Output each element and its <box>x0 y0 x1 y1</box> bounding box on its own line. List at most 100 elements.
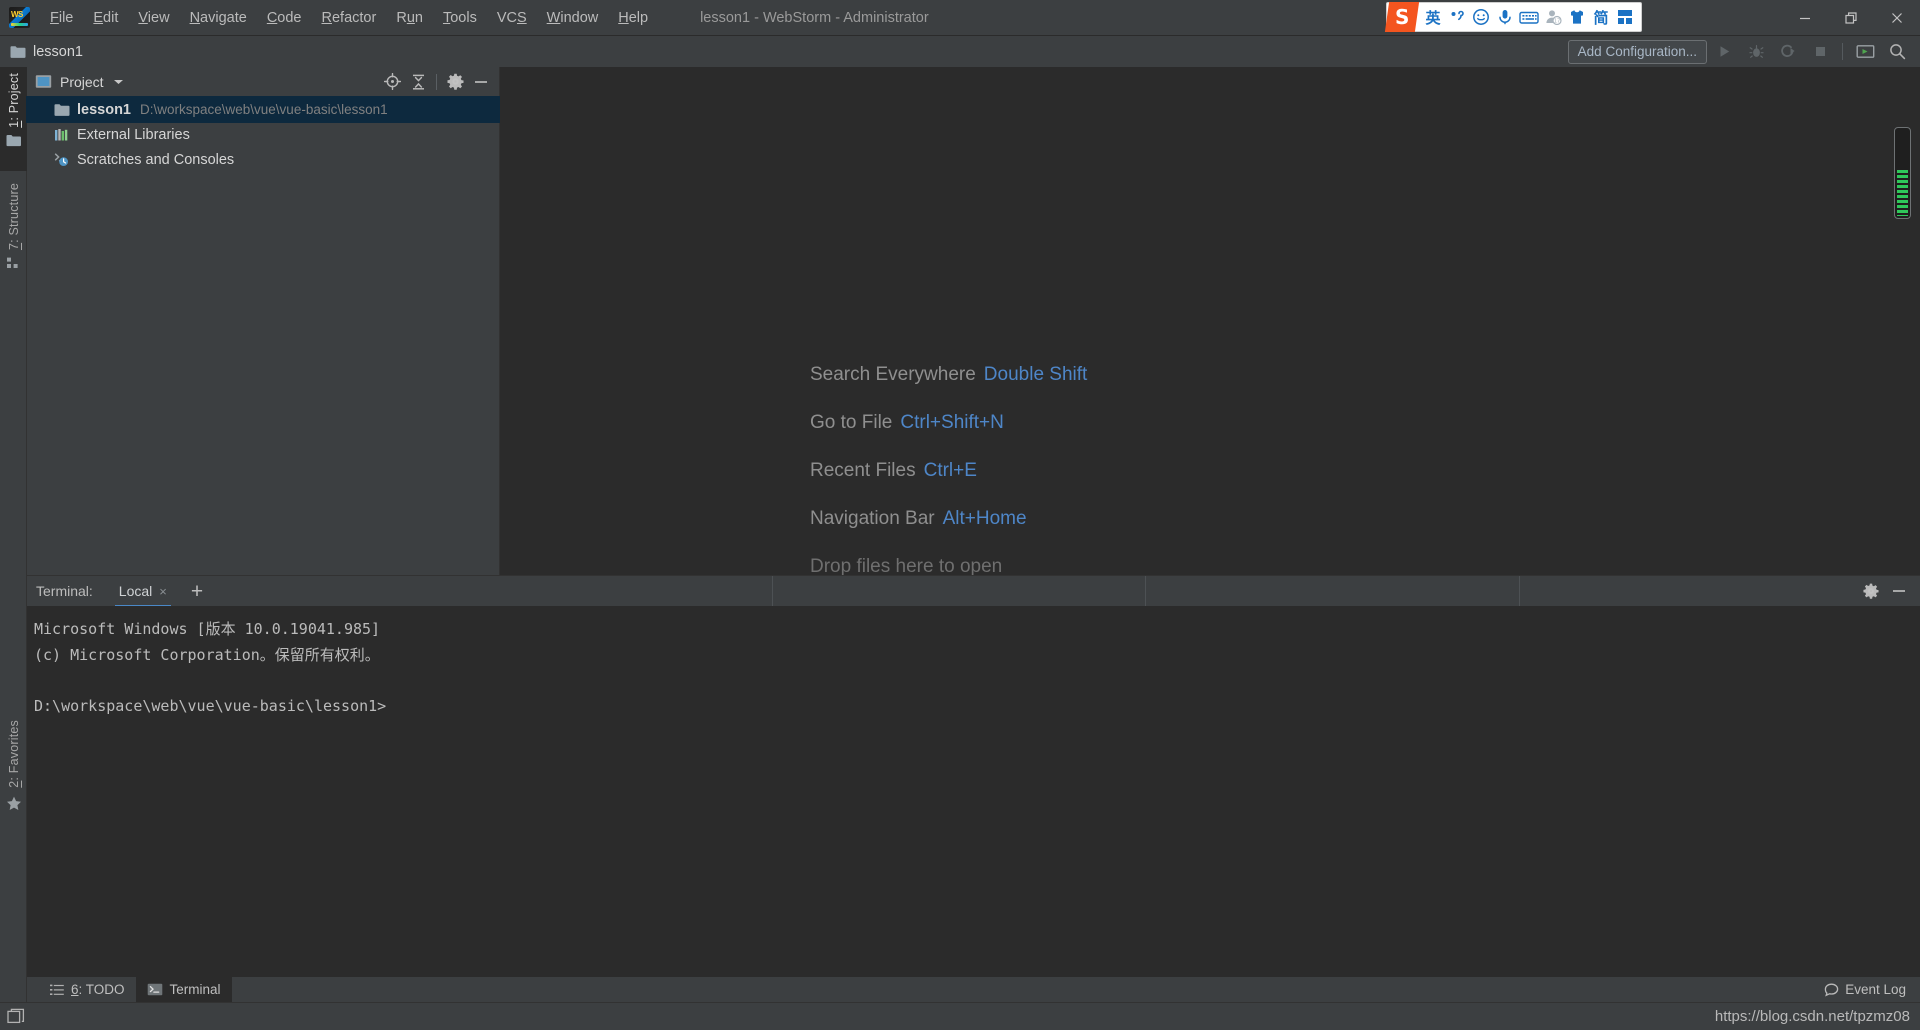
tip-row: Recent Files Ctrl+E <box>810 460 1087 482</box>
todo-icon <box>50 984 64 996</box>
layout-icon[interactable] <box>7 1008 25 1025</box>
tool-tab-todo[interactable]: 6: TODO <box>39 977 136 1002</box>
menu-tools[interactable]: Tools <box>433 0 487 36</box>
editor-empty-area[interactable]: Search Everywhere Double Shift Go to File… <box>500 67 1920 575</box>
menu-vcs[interactable]: VCS <box>487 0 537 36</box>
webstorm-logo-icon <box>9 7 30 28</box>
sidebar-item-structure[interactable]: 7: Structure <box>0 177 27 293</box>
run-anything-icon[interactable] <box>1850 38 1880 66</box>
terminal-header-actions <box>1858 578 1920 604</box>
tree-row[interactable]: lesson1 D:\workspace\web\vue\vue-basic\l… <box>26 96 500 123</box>
tool-tab-terminal-label: Terminal <box>169 982 221 997</box>
menu-navigate[interactable]: Navigate <box>180 0 257 36</box>
gear-icon[interactable] <box>1858 578 1884 604</box>
header-separator <box>1145 576 1146 606</box>
sidebar-item-favorites[interactable]: 2: Favorites <box>0 714 27 832</box>
tip-row: Go to File Ctrl+Shift+N <box>810 412 1087 434</box>
sidebar-item-structure-label: 7: Structure <box>6 183 21 251</box>
sogou-logo-icon[interactable]: S <box>1384 2 1420 32</box>
ime-voice-input-icon[interactable] <box>1494 4 1516 30</box>
project-panel-title: Project <box>60 73 104 90</box>
event-log-label: Event Log <box>1845 982 1906 997</box>
ime-skin-icon[interactable] <box>1566 4 1588 30</box>
menu-refactor[interactable]: Refactor <box>312 0 387 36</box>
libraries-icon <box>54 128 70 142</box>
new-terminal-tab-button[interactable]: + <box>191 581 203 602</box>
star-icon <box>6 796 22 811</box>
collapse-all-icon[interactable] <box>406 70 430 94</box>
sidebar-item-project-label: 1: Project <box>6 73 21 128</box>
close-button[interactable] <box>1874 0 1920 36</box>
search-icon[interactable] <box>1882 38 1912 66</box>
breadcrumb-label: lesson1 <box>33 43 83 60</box>
add-configuration-button[interactable]: Add Configuration... <box>1567 39 1707 64</box>
project-view-icon <box>35 74 52 89</box>
breadcrumb[interactable]: lesson1 <box>10 44 83 60</box>
tip-label: Navigation Bar <box>810 508 935 529</box>
ime-keyboard-icon[interactable] <box>1518 4 1540 30</box>
navigation-bar: lesson1 Add Configuration... <box>0 36 1920 67</box>
sogou-ime-toolbar[interactable]: S 英 17 简 <box>1384 2 1642 32</box>
watermark: https://blog.csdn.net/tpzmz08 <box>1714 1008 1910 1025</box>
ime-user-icon[interactable]: 17 <box>1542 4 1564 30</box>
terminal-tool-window: Terminal: Local × + Microsoft Windows [版… <box>27 575 1920 982</box>
tool-tab-todo-label: 6: TODO <box>71 982 125 997</box>
memory-gauge[interactable] <box>1894 127 1911 219</box>
menu-file[interactable]: File <box>40 0 83 36</box>
tree-row[interactable]: External Libraries <box>27 122 499 147</box>
run-icon[interactable] <box>1709 38 1739 66</box>
editor-shortcut-tips: Search Everywhere Double Shift Go to File… <box>810 364 1087 575</box>
sidebar-item-favorites-label: 2: Favorites <box>6 720 21 788</box>
tip-shortcut: Ctrl+E <box>923 460 977 481</box>
project-panel-actions <box>380 70 493 94</box>
window-controls <box>1782 0 1920 36</box>
menu-code[interactable]: Code <box>257 0 312 36</box>
toolbar-divider <box>1842 43 1843 60</box>
header-separator <box>772 576 773 606</box>
folder-icon <box>10 45 26 59</box>
stop-icon[interactable] <box>1805 38 1835 66</box>
ime-emoji-icon[interactable] <box>1470 4 1492 30</box>
tree-row[interactable]: Scratches and Consoles <box>27 147 499 172</box>
menu-window[interactable]: Window <box>537 0 609 36</box>
drop-files-hint: Drop files here to open <box>810 556 1003 575</box>
ime-toolbox-icon[interactable] <box>1614 4 1636 30</box>
settings-icon[interactable] <box>443 70 467 94</box>
close-icon[interactable]: × <box>159 585 167 598</box>
event-log-area[interactable]: Event Log <box>1824 982 1920 997</box>
run-toolbar: Add Configuration... <box>1567 36 1912 67</box>
project-tree: lesson1 D:\workspace\web\vue\vue-basic\l… <box>26 96 500 172</box>
locate-icon[interactable] <box>380 70 404 94</box>
minimize-button[interactable] <box>1782 0 1828 36</box>
balloon-icon <box>1824 983 1839 997</box>
hide-icon[interactable] <box>1886 578 1912 604</box>
sidebar-item-project[interactable]: 1: Project <box>0 67 27 171</box>
terminal-tab-local[interactable]: Local × <box>114 576 171 607</box>
tree-node-name: lesson1 <box>77 101 131 118</box>
status-bar: https://blog.csdn.net/tpzmz08 <box>0 1002 1920 1030</box>
header-separator <box>1519 576 1520 606</box>
tip-row: Search Everywhere Double Shift <box>810 364 1087 386</box>
ime-punctuation-icon[interactable] <box>1446 4 1468 30</box>
menu-view[interactable]: View <box>128 0 179 36</box>
menu-help[interactable]: Help <box>608 0 658 36</box>
chevron-down-icon[interactable] <box>113 78 124 86</box>
svg-text:17: 17 <box>1554 19 1560 25</box>
hide-icon[interactable] <box>469 70 493 94</box>
tip-label: Search Everywhere <box>810 364 976 385</box>
project-panel-header: Project <box>27 67 499 96</box>
restore-button[interactable] <box>1828 0 1874 36</box>
tip-label: Go to File <box>810 412 893 433</box>
panel-divider <box>436 73 437 90</box>
ime-language-mode[interactable]: 英 <box>1422 4 1444 30</box>
ime-simplified-icon[interactable]: 简 <box>1590 4 1612 30</box>
terminal-output[interactable]: Microsoft Windows [版本 10.0.19041.985] (c… <box>27 606 1920 982</box>
tool-tab-terminal[interactable]: Terminal <box>135 977 232 1002</box>
debug-icon[interactable] <box>1741 38 1771 66</box>
terminal-icon <box>147 983 163 996</box>
run-with-coverage-icon[interactable] <box>1773 38 1803 66</box>
left-tool-stripe: 1: Project 7: Structure 2: Favorites <box>0 67 27 1030</box>
menu-run[interactable]: Run <box>386 0 433 36</box>
menu-edit[interactable]: Edit <box>83 0 128 36</box>
window-title: lesson1 - WebStorm - Administrator <box>700 9 929 26</box>
